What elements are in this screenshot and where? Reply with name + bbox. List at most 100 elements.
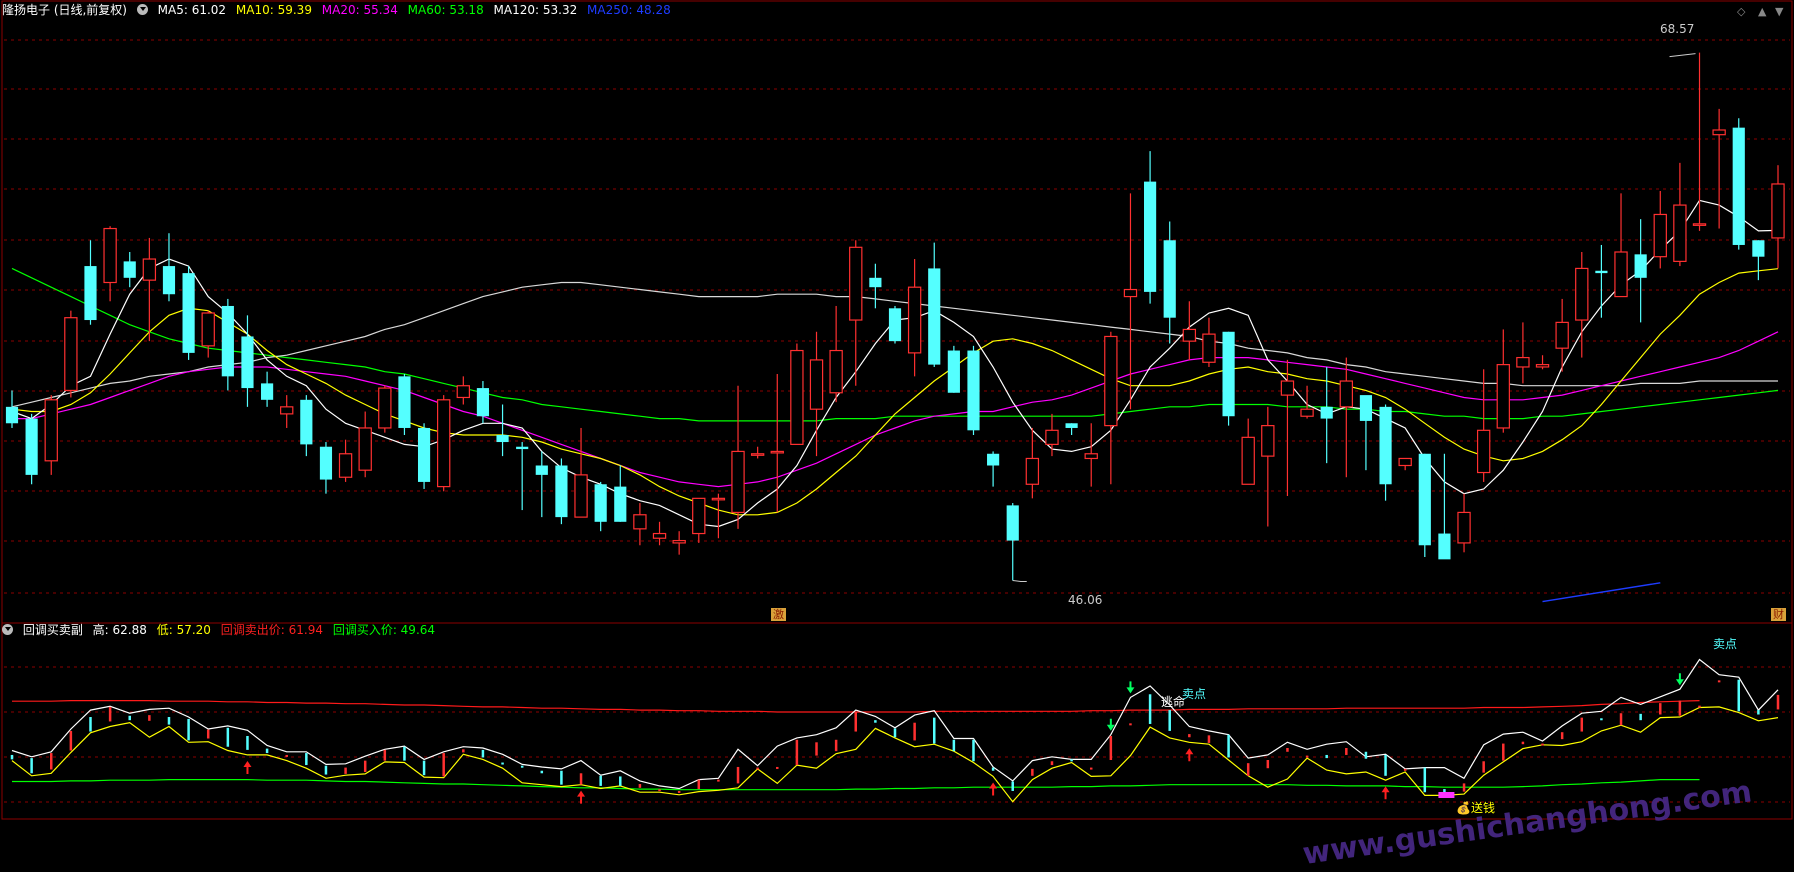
- candle-body-4: [84, 266, 97, 321]
- indicator-menu-icon[interactable]: [136, 4, 148, 15]
- candle-body-25: [496, 435, 509, 443]
- candle-body-15: [300, 399, 313, 445]
- candle-body-51: [1006, 505, 1019, 541]
- arrow-up-icon[interactable]: ▲: [1758, 5, 1766, 18]
- candle-body-19: [378, 387, 392, 429]
- candle-body-78: [1535, 364, 1550, 368]
- candle-body-66: [1300, 408, 1314, 417]
- event-badge-right[interactable]: 财: [1771, 608, 1786, 621]
- buy-arrow-0: [243, 760, 252, 774]
- candle-body-26: [516, 446, 529, 450]
- candle-body-0: [5, 406, 19, 424]
- candle-body-34: [672, 539, 686, 544]
- candle-body-2: [44, 399, 58, 462]
- candle-body-41: [809, 359, 824, 410]
- candle-body-28: [555, 465, 568, 518]
- money-bar: [1438, 792, 1455, 798]
- stock-title[interactable]: 隆扬电子 (日线,前复权): [2, 3, 127, 17]
- ma120-label: MA120: 53.32: [493, 3, 578, 17]
- candle-body-59: [1163, 240, 1176, 318]
- candle-body-6: [123, 261, 136, 278]
- candle-body-12: [241, 336, 254, 389]
- ma20-label: MA20: 55.34: [321, 3, 398, 17]
- candle-body-63: [1241, 436, 1255, 485]
- sub-indicator-name[interactable]: 回调买卖副: [23, 623, 83, 637]
- candle-body-36: [711, 497, 726, 501]
- candle-body-84: [1653, 213, 1667, 258]
- candle-body-75: [1476, 429, 1491, 474]
- sub-header: 回调买卖副 高: 62.88 低: 57.20 回调卖出价: 61.94 回调买…: [2, 622, 441, 638]
- low-price-label: 46.06: [1068, 593, 1103, 607]
- candle-body-68: [1339, 380, 1353, 408]
- candle-body-54: [1065, 423, 1078, 428]
- candle-body-45: [888, 308, 902, 342]
- candle-body-14: [280, 406, 294, 415]
- candle-body-61: [1202, 333, 1216, 363]
- chart-frame: [1, 0, 1793, 820]
- sub-high-line: [11, 658, 1779, 790]
- candle-body-22: [437, 399, 451, 488]
- candle-body-55: [1084, 453, 1098, 460]
- candle-body-9: [182, 273, 195, 353]
- candle-body-73: [1438, 533, 1451, 560]
- ma60-label: MA60: 53.18: [407, 3, 484, 17]
- sell-arrow-1: [1126, 681, 1135, 694]
- ma10-line: [11, 268, 1779, 516]
- sub-sell-price-label: 回调卖出价: 61.94: [220, 623, 323, 637]
- candle-body-50: [987, 453, 1000, 466]
- candle-body-76: [1496, 364, 1510, 429]
- candle-body-58: [1144, 181, 1157, 292]
- buy-line: [12, 778, 1700, 791]
- main-header: 隆扬电子 (日线,前复权) MA5: 61.02 MA10: 59.39 MA2…: [2, 2, 677, 18]
- candle-body-48: [947, 350, 960, 393]
- event-badge-left[interactable]: 激: [771, 608, 786, 621]
- candle-body-10: [201, 312, 215, 347]
- candle-body-30: [594, 484, 607, 522]
- candle-body-8: [162, 266, 176, 295]
- candle-body-27: [535, 465, 548, 475]
- candle-body-57: [1123, 288, 1138, 298]
- ma20-line: [12, 331, 1779, 488]
- candle-body-74: [1457, 511, 1471, 544]
- candle-body-17: [338, 453, 353, 478]
- sell-arrow-2: [1675, 673, 1684, 686]
- candle-body-42: [829, 349, 843, 394]
- candle-body-87: [1712, 129, 1726, 136]
- candle-body-52: [1025, 457, 1040, 485]
- candle-body-46: [907, 286, 922, 354]
- candle-body-11: [221, 305, 234, 377]
- ma250-line: [1542, 582, 1661, 603]
- candle-body-62: [1222, 331, 1235, 417]
- candle-body-88: [1732, 127, 1745, 245]
- sub-low-label: 低: 57.20: [156, 623, 211, 637]
- candle-body-71: [1398, 457, 1412, 467]
- candle-body-13: [261, 383, 274, 400]
- diamond-icon[interactable]: ◇: [1737, 5, 1745, 18]
- candle-body-44: [869, 277, 882, 288]
- candle-body-64: [1261, 425, 1275, 457]
- ma5-label: MA5: 61.02: [157, 3, 227, 17]
- ma60-line: [11, 267, 1779, 422]
- candle-body-43: [849, 246, 863, 321]
- candle-body-86: [1692, 223, 1707, 226]
- candle-body-67: [1320, 406, 1333, 419]
- candle-body-31: [614, 486, 627, 522]
- arrow-down-icon[interactable]: ▼: [1775, 5, 1783, 18]
- candle-body-39: [770, 450, 784, 454]
- candle-body-3: [64, 317, 78, 392]
- candle-body-1: [25, 418, 38, 475]
- candle-body-90: [1771, 183, 1785, 239]
- candle-body-89: [1752, 240, 1765, 257]
- buy-arrow-4: [1381, 786, 1390, 800]
- candle-body-38: [750, 453, 765, 456]
- candle-body-49: [967, 350, 980, 431]
- candle-body-65: [1280, 380, 1295, 396]
- candle-body-69: [1359, 395, 1373, 421]
- candle-body-47: [928, 268, 941, 365]
- sub-indicator-menu-icon[interactable]: [2, 624, 13, 635]
- candle-body-7: [142, 258, 157, 281]
- candle-body-53: [1045, 429, 1059, 445]
- candle-body-81: [1595, 270, 1608, 274]
- buy-arrow-2: [989, 782, 998, 796]
- sell-point-label-1: 卖点: [1182, 687, 1207, 701]
